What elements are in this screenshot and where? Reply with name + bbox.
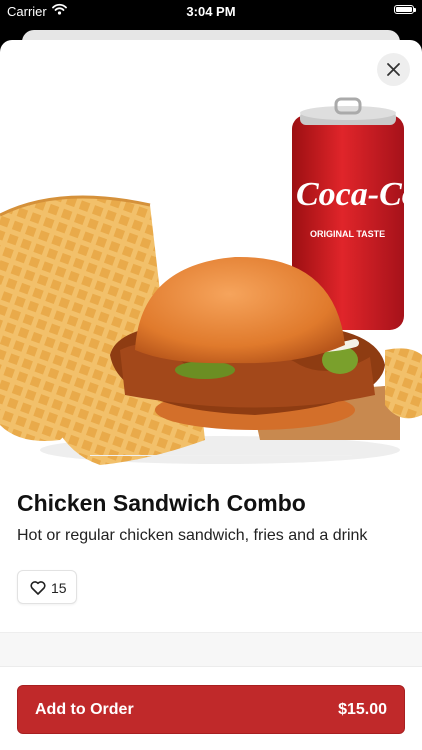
heart-icon — [30, 581, 46, 595]
add-to-order-button[interactable]: Add to Order $15.00 — [17, 685, 405, 734]
battery-icon — [394, 5, 416, 14]
close-button[interactable] — [377, 53, 410, 86]
order-price: $15.00 — [338, 701, 387, 718]
clock: 3:04 PM — [186, 4, 236, 19]
add-to-order-label: Add to Order — [35, 701, 134, 718]
order-footer: Add to Order $15.00 — [0, 666, 422, 750]
item-image: Coca-Cola ORIGINAL TASTE — [0, 95, 422, 470]
item-description: Hot or regular chicken sandwich, fries a… — [17, 527, 368, 544]
item-detail-sheet: Coca-Cola ORIGINAL TASTE — [0, 40, 422, 750]
status-bar: Carrier 3:04 PM — [0, 0, 422, 22]
can-brand-text: Coca-Cola — [296, 176, 422, 213]
like-count: 15 — [51, 580, 67, 596]
can-subtext: ORIGINAL TASTE — [310, 229, 385, 239]
section-divider — [0, 632, 422, 667]
item-title: Chicken Sandwich Combo — [17, 490, 306, 516]
close-icon — [387, 63, 400, 76]
like-button[interactable]: 15 — [17, 570, 77, 604]
